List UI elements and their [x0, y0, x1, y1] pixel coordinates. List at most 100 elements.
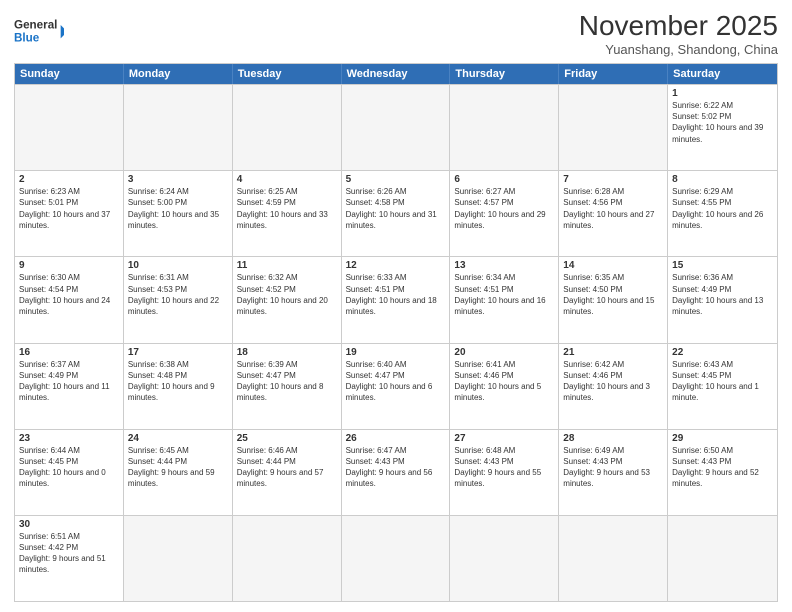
- title-block: November 2025 Yuanshang, Shandong, China: [579, 10, 778, 57]
- day-cell-21: 21Sunrise: 6:42 AM Sunset: 4:46 PM Dayli…: [559, 344, 668, 429]
- day-info: Sunrise: 6:50 AM Sunset: 4:43 PM Dayligh…: [672, 445, 773, 490]
- header-day-thursday: Thursday: [450, 64, 559, 84]
- day-info: Sunrise: 6:48 AM Sunset: 4:43 PM Dayligh…: [454, 445, 554, 490]
- day-cell-empty: [450, 516, 559, 601]
- day-cell-empty: [124, 85, 233, 170]
- day-cell-14: 14Sunrise: 6:35 AM Sunset: 4:50 PM Dayli…: [559, 257, 668, 342]
- day-cell-11: 11Sunrise: 6:32 AM Sunset: 4:52 PM Dayli…: [233, 257, 342, 342]
- header: General Blue November 2025 Yuanshang, Sh…: [14, 10, 778, 57]
- day-cell-1: 1Sunrise: 6:22 AM Sunset: 5:02 PM Daylig…: [668, 85, 777, 170]
- header-day-monday: Monday: [124, 64, 233, 84]
- day-cell-24: 24Sunrise: 6:45 AM Sunset: 4:44 PM Dayli…: [124, 430, 233, 515]
- day-number: 5: [346, 174, 446, 185]
- day-info: Sunrise: 6:34 AM Sunset: 4:51 PM Dayligh…: [454, 272, 554, 317]
- day-number: 30: [19, 519, 119, 530]
- day-info: Sunrise: 6:37 AM Sunset: 4:49 PM Dayligh…: [19, 359, 119, 404]
- header-day-sunday: Sunday: [15, 64, 124, 84]
- day-number: 8: [672, 174, 773, 185]
- day-cell-15: 15Sunrise: 6:36 AM Sunset: 4:49 PM Dayli…: [668, 257, 777, 342]
- day-cell-16: 16Sunrise: 6:37 AM Sunset: 4:49 PM Dayli…: [15, 344, 124, 429]
- day-number: 16: [19, 347, 119, 358]
- day-cell-empty: [668, 516, 777, 601]
- day-number: 10: [128, 260, 228, 271]
- day-number: 2: [19, 174, 119, 185]
- day-number: 26: [346, 433, 446, 444]
- calendar-week-4: 16Sunrise: 6:37 AM Sunset: 4:49 PM Dayli…: [15, 343, 777, 429]
- day-info: Sunrise: 6:51 AM Sunset: 4:42 PM Dayligh…: [19, 531, 119, 576]
- day-cell-4: 4Sunrise: 6:25 AM Sunset: 4:59 PM Daylig…: [233, 171, 342, 256]
- day-cell-8: 8Sunrise: 6:29 AM Sunset: 4:55 PM Daylig…: [668, 171, 777, 256]
- day-cell-18: 18Sunrise: 6:39 AM Sunset: 4:47 PM Dayli…: [233, 344, 342, 429]
- calendar-week-3: 9Sunrise: 6:30 AM Sunset: 4:54 PM Daylig…: [15, 256, 777, 342]
- day-cell-9: 9Sunrise: 6:30 AM Sunset: 4:54 PM Daylig…: [15, 257, 124, 342]
- svg-text:General: General: [14, 18, 57, 31]
- day-info: Sunrise: 6:24 AM Sunset: 5:00 PM Dayligh…: [128, 186, 228, 231]
- day-info: Sunrise: 6:49 AM Sunset: 4:43 PM Dayligh…: [563, 445, 663, 490]
- day-info: Sunrise: 6:33 AM Sunset: 4:51 PM Dayligh…: [346, 272, 446, 317]
- day-number: 14: [563, 260, 663, 271]
- page: General Blue November 2025 Yuanshang, Sh…: [0, 0, 792, 612]
- day-info: Sunrise: 6:35 AM Sunset: 4:50 PM Dayligh…: [563, 272, 663, 317]
- calendar-body: 1Sunrise: 6:22 AM Sunset: 5:02 PM Daylig…: [15, 84, 777, 601]
- day-number: 18: [237, 347, 337, 358]
- day-info: Sunrise: 6:25 AM Sunset: 4:59 PM Dayligh…: [237, 186, 337, 231]
- day-info: Sunrise: 6:39 AM Sunset: 4:47 PM Dayligh…: [237, 359, 337, 404]
- day-number: 28: [563, 433, 663, 444]
- day-cell-29: 29Sunrise: 6:50 AM Sunset: 4:43 PM Dayli…: [668, 430, 777, 515]
- day-number: 21: [563, 347, 663, 358]
- day-cell-empty: [559, 516, 668, 601]
- day-cell-3: 3Sunrise: 6:24 AM Sunset: 5:00 PM Daylig…: [124, 171, 233, 256]
- day-number: 11: [237, 260, 337, 271]
- day-info: Sunrise: 6:30 AM Sunset: 4:54 PM Dayligh…: [19, 272, 119, 317]
- day-cell-13: 13Sunrise: 6:34 AM Sunset: 4:51 PM Dayli…: [450, 257, 559, 342]
- day-cell-empty: [559, 85, 668, 170]
- day-info: Sunrise: 6:23 AM Sunset: 5:01 PM Dayligh…: [19, 186, 119, 231]
- day-cell-22: 22Sunrise: 6:43 AM Sunset: 4:45 PM Dayli…: [668, 344, 777, 429]
- calendar-week-2: 2Sunrise: 6:23 AM Sunset: 5:01 PM Daylig…: [15, 170, 777, 256]
- calendar: SundayMondayTuesdayWednesdayThursdayFrid…: [14, 63, 778, 602]
- day-cell-20: 20Sunrise: 6:41 AM Sunset: 4:46 PM Dayli…: [450, 344, 559, 429]
- calendar-week-6: 30Sunrise: 6:51 AM Sunset: 4:42 PM Dayli…: [15, 515, 777, 601]
- day-number: 7: [563, 174, 663, 185]
- header-day-tuesday: Tuesday: [233, 64, 342, 84]
- day-cell-19: 19Sunrise: 6:40 AM Sunset: 4:47 PM Dayli…: [342, 344, 451, 429]
- day-cell-25: 25Sunrise: 6:46 AM Sunset: 4:44 PM Dayli…: [233, 430, 342, 515]
- day-info: Sunrise: 6:46 AM Sunset: 4:44 PM Dayligh…: [237, 445, 337, 490]
- day-cell-empty: [450, 85, 559, 170]
- day-cell-7: 7Sunrise: 6:28 AM Sunset: 4:56 PM Daylig…: [559, 171, 668, 256]
- day-cell-17: 17Sunrise: 6:38 AM Sunset: 4:48 PM Dayli…: [124, 344, 233, 429]
- day-info: Sunrise: 6:32 AM Sunset: 4:52 PM Dayligh…: [237, 272, 337, 317]
- day-info: Sunrise: 6:36 AM Sunset: 4:49 PM Dayligh…: [672, 272, 773, 317]
- day-cell-empty: [124, 516, 233, 601]
- day-number: 20: [454, 347, 554, 358]
- day-info: Sunrise: 6:38 AM Sunset: 4:48 PM Dayligh…: [128, 359, 228, 404]
- day-info: Sunrise: 6:28 AM Sunset: 4:56 PM Dayligh…: [563, 186, 663, 231]
- day-cell-5: 5Sunrise: 6:26 AM Sunset: 4:58 PM Daylig…: [342, 171, 451, 256]
- logo: General Blue: [14, 10, 64, 50]
- day-info: Sunrise: 6:22 AM Sunset: 5:02 PM Dayligh…: [672, 100, 773, 145]
- day-cell-empty: [233, 516, 342, 601]
- day-info: Sunrise: 6:43 AM Sunset: 4:45 PM Dayligh…: [672, 359, 773, 404]
- day-cell-23: 23Sunrise: 6:44 AM Sunset: 4:45 PM Dayli…: [15, 430, 124, 515]
- day-cell-empty: [342, 516, 451, 601]
- logo-svg: General Blue: [14, 10, 64, 50]
- day-cell-28: 28Sunrise: 6:49 AM Sunset: 4:43 PM Dayli…: [559, 430, 668, 515]
- day-info: Sunrise: 6:40 AM Sunset: 4:47 PM Dayligh…: [346, 359, 446, 404]
- day-number: 29: [672, 433, 773, 444]
- svg-text:Blue: Blue: [14, 32, 40, 45]
- day-cell-10: 10Sunrise: 6:31 AM Sunset: 4:53 PM Dayli…: [124, 257, 233, 342]
- day-cell-2: 2Sunrise: 6:23 AM Sunset: 5:01 PM Daylig…: [15, 171, 124, 256]
- day-number: 17: [128, 347, 228, 358]
- day-info: Sunrise: 6:26 AM Sunset: 4:58 PM Dayligh…: [346, 186, 446, 231]
- day-number: 9: [19, 260, 119, 271]
- day-cell-26: 26Sunrise: 6:47 AM Sunset: 4:43 PM Dayli…: [342, 430, 451, 515]
- day-cell-empty: [15, 85, 124, 170]
- day-info: Sunrise: 6:47 AM Sunset: 4:43 PM Dayligh…: [346, 445, 446, 490]
- day-number: 12: [346, 260, 446, 271]
- day-cell-6: 6Sunrise: 6:27 AM Sunset: 4:57 PM Daylig…: [450, 171, 559, 256]
- day-number: 4: [237, 174, 337, 185]
- day-cell-30: 30Sunrise: 6:51 AM Sunset: 4:42 PM Dayli…: [15, 516, 124, 601]
- day-number: 23: [19, 433, 119, 444]
- day-info: Sunrise: 6:42 AM Sunset: 4:46 PM Dayligh…: [563, 359, 663, 404]
- header-day-wednesday: Wednesday: [342, 64, 451, 84]
